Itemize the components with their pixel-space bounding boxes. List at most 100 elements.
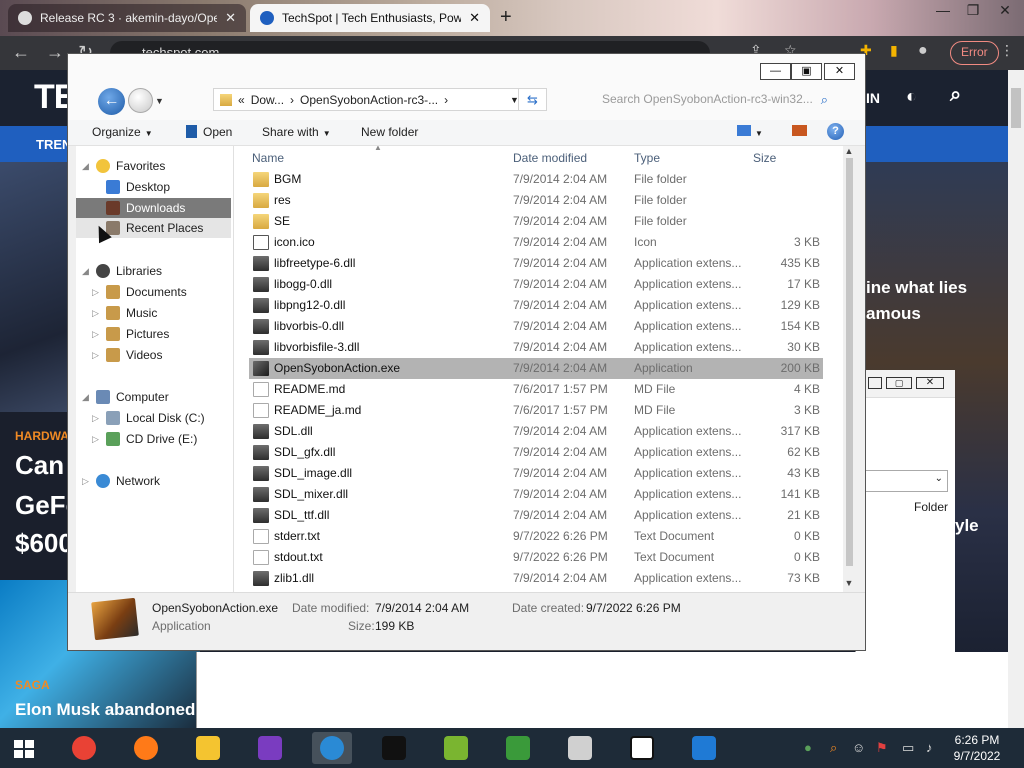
column-header-name[interactable]: Name [252, 151, 284, 165]
taskbar-app[interactable] [312, 732, 352, 764]
file-row[interactable]: libogg-0.dll 7/9/2014 2:04 AM Application … [249, 274, 823, 295]
breadcrumb-item[interactable]: OpenSyobonAction-rc3-... [300, 93, 438, 107]
error-button[interactable]: Error [950, 41, 999, 65]
profile-avatar-icon[interactable]: ● [918, 42, 928, 60]
expand-arrow-icon[interactable]: ◢ [82, 156, 89, 176]
expand-arrow-icon[interactable]: ▷ [92, 303, 99, 323]
column-header-date-modified[interactable]: Date modified [513, 151, 587, 165]
nav-videos[interactable]: ▷ Videos [76, 345, 231, 365]
nav-cd-drive[interactable]: ▷ CD Drive (E:) [76, 429, 231, 449]
forward-arrow-icon[interactable]: → [46, 42, 64, 63]
column-header[interactable]: Folder [914, 500, 948, 514]
file-row[interactable]: icon.ico 7/9/2014 2:04 AM Icon 3 KB [249, 232, 823, 253]
file-row[interactable]: libfreetype-6.dll 7/9/2014 2:04 AM Applica… [249, 253, 823, 274]
file-row[interactable]: SDL_gfx.dll 7/9/2014 2:04 AM Application e… [249, 442, 823, 463]
nav-computer[interactable]: ◢ Computer [76, 387, 231, 407]
preview-pane-button[interactable] [792, 125, 807, 139]
open-button[interactable]: Open [186, 125, 232, 139]
file-row[interactable]: SDL_image.dll 7/9/2014 2:04 AM Application… [249, 463, 823, 484]
nav-local-disk[interactable]: ▷ Local Disk (C:) [76, 408, 231, 428]
maximize-button[interactable]: ▣ [791, 63, 822, 80]
scroll-up-icon[interactable]: ▲ [843, 146, 855, 156]
breadcrumb-overflow[interactable]: « [238, 93, 245, 107]
scroll-down-icon[interactable]: ▼ [843, 578, 855, 588]
file-row[interactable]: libvorbis-0.dll 7/9/2014 2:04 AM Applicati… [249, 316, 823, 337]
scrollbar-thumb[interactable] [846, 158, 853, 566]
page-scrollbar-thumb[interactable] [1011, 88, 1021, 128]
search-icon[interactable]: ⌕ [821, 88, 828, 111]
browser-minimize-icon[interactable]: — [928, 2, 958, 18]
change-view-button[interactable]: ▼ [737, 125, 763, 139]
recent-locations-chevron-icon[interactable]: ▼ [155, 96, 164, 106]
menu-kebab-icon[interactable]: ⋮ [1000, 42, 1014, 59]
breadcrumb-separator[interactable]: › [444, 93, 448, 107]
nav-documents[interactable]: ▷ Documents [76, 282, 231, 302]
nav-network[interactable]: ▷ Network [76, 471, 231, 491]
expand-arrow-icon[interactable]: ▷ [92, 324, 99, 344]
file-row[interactable]: BGM 7/9/2014 2:04 AM File folder [249, 169, 823, 190]
breadcrumb[interactable]: « Dow... › OpenSyobonAction-rc3-... › ▼ [213, 88, 547, 111]
expand-arrow-icon[interactable]: ▷ [92, 345, 99, 365]
article-headline[interactable]: Elon Musk abandoned [15, 700, 195, 720]
file-row[interactable]: libpng12-0.dll 7/9/2014 2:04 AM Applicatio… [249, 295, 823, 316]
file-row[interactable]: stderr.txt 9/7/2022 6:26 PM Text Document 0… [249, 526, 823, 547]
article-headline[interactable]: $600 [15, 528, 73, 559]
column-header-size[interactable]: Size [753, 151, 776, 165]
login-link[interactable]: IN [866, 90, 880, 106]
tray-smiley-icon[interactable]: ☺ [852, 740, 865, 755]
taskbar-app[interactable] [188, 732, 228, 764]
browser-close-icon[interactable]: ✕ [990, 2, 1020, 19]
file-row[interactable]: SDL.dll 7/9/2014 2:04 AM Application exten… [249, 421, 823, 442]
nav-music[interactable]: ▷ Music [76, 303, 231, 323]
close-button[interactable]: ✕ [824, 63, 855, 80]
nav-desktop[interactable]: Desktop [76, 177, 231, 197]
help-icon[interactable]: ? [827, 123, 844, 140]
article-headline[interactable]: amous [866, 304, 921, 324]
taskbar-app[interactable] [374, 732, 414, 764]
back-arrow-icon[interactable]: ← [98, 88, 125, 115]
breadcrumb-item[interactable]: Dow... [251, 93, 284, 107]
search-input[interactable]: Search OpenSyobonAction-rc3-win32... ⌕ [602, 88, 832, 111]
taskbar-app[interactable] [684, 732, 724, 764]
taskbar-app[interactable] [560, 732, 600, 764]
minimize-button[interactable]: — [760, 63, 791, 80]
file-row[interactable]: zlib1.dll 7/9/2014 2:04 AM Application ext… [249, 568, 823, 589]
tray-monitor-icon[interactable]: ▭ [902, 740, 914, 756]
file-row[interactable]: SDL_ttf.dll 7/9/2014 2:04 AM Application e… [249, 505, 823, 526]
new-tab-button[interactable]: + [500, 6, 512, 29]
file-row[interactable]: res 7/9/2014 2:04 AM File folder [249, 190, 823, 211]
tray-network-globe-icon[interactable]: ● [804, 740, 812, 755]
nav-favorites[interactable]: ◢ Favorites [76, 156, 231, 176]
close-icon[interactable]: ✕ [916, 377, 944, 389]
maximize-icon[interactable]: ▢ [886, 377, 912, 389]
taskbar-app[interactable] [64, 732, 104, 764]
browser-tab-github[interactable]: Release RC 3 · akemin-dayo/Ope ✕ [8, 4, 246, 32]
file-list-scrollbar[interactable]: ▲ ▼ [843, 146, 855, 592]
organize-button[interactable]: Organize ▼ [92, 125, 153, 139]
taskbar-app[interactable] [126, 732, 166, 764]
article-headline[interactable]: yle [955, 516, 979, 536]
minimize-icon[interactable] [868, 377, 882, 389]
nav-downloads[interactable]: Downloads [76, 198, 231, 218]
file-row[interactable]: README_ja.md 7/6/2017 1:57 PM MD File 3 KB [249, 400, 823, 421]
article-headline[interactable]: ine what lies [866, 278, 967, 298]
forward-arrow-icon[interactable] [128, 88, 153, 113]
expand-arrow-icon[interactable]: ▷ [92, 429, 99, 449]
close-tab-icon[interactable]: ✕ [225, 10, 236, 26]
file-row[interactable]: SDL_mixer.dll 7/9/2014 2:04 AM Application… [249, 484, 823, 505]
file-row[interactable]: libvorbisfile-3.dll 7/9/2014 2:04 AM Appli… [249, 337, 823, 358]
browser-restore-icon[interactable]: ❐ [958, 2, 988, 19]
new-folder-button[interactable]: New folder [361, 125, 418, 139]
taskbar-app[interactable] [498, 732, 538, 764]
tray-volume-icon[interactable]: ♪ [926, 740, 933, 755]
file-row[interactable]: OpenSyobonAction.exe 7/9/2014 2:04 AM Appl… [249, 358, 823, 379]
expand-arrow-icon[interactable]: ▷ [82, 471, 89, 491]
back-arrow-icon[interactable]: ← [12, 42, 30, 63]
search-icon[interactable]: ⌕ [950, 84, 961, 107]
expand-arrow-icon[interactable]: ◢ [82, 261, 89, 281]
file-row[interactable]: README.md 7/6/2017 1:57 PM MD File 4 KB [249, 379, 823, 400]
taskbar-app[interactable] [250, 732, 290, 764]
taskbar-app[interactable] [622, 732, 662, 764]
theme-toggle-icon[interactable]: ◐ [906, 86, 917, 107]
breadcrumb-separator[interactable]: › [290, 93, 294, 107]
